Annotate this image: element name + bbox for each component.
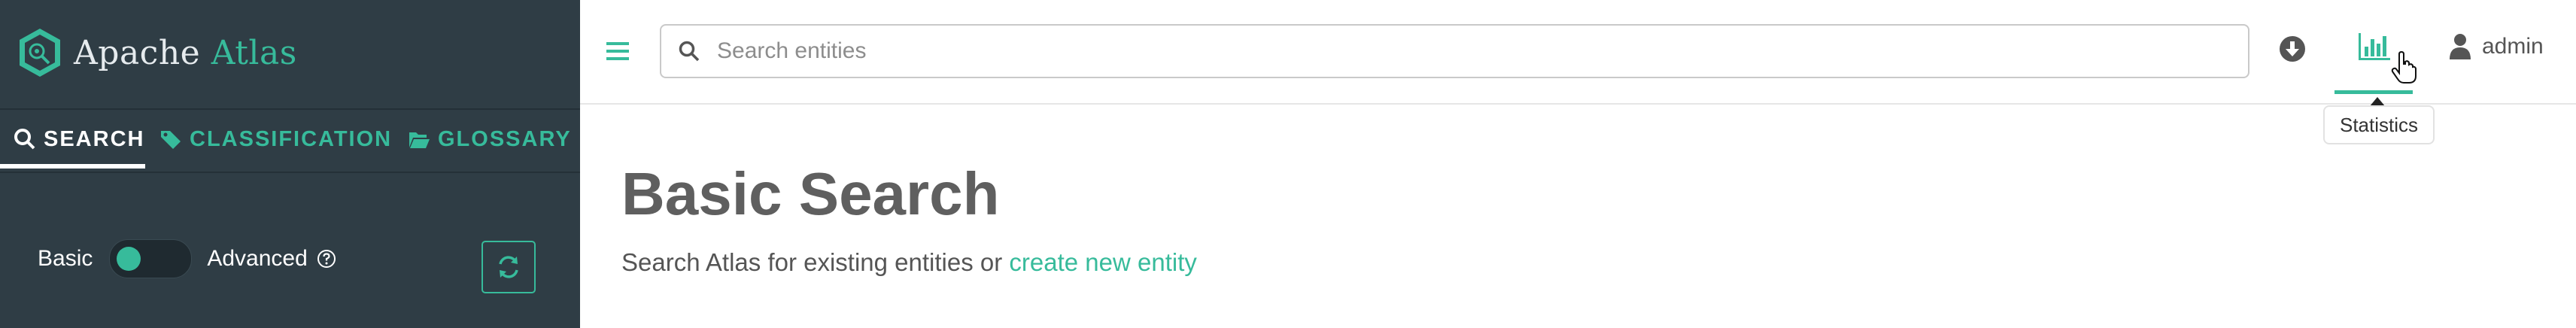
top-bar: admin <box>580 0 2576 105</box>
search-input[interactable] <box>715 38 2248 65</box>
tab-search-label: SEARCH <box>44 126 145 151</box>
user-name: admin <box>2482 34 2544 59</box>
question-circle-icon[interactable] <box>317 249 336 269</box>
statistics-tooltip: Statistics <box>2323 105 2435 144</box>
hamburger-icon[interactable] <box>606 41 629 62</box>
description-text: Search Atlas for existing entities or <box>621 248 1003 276</box>
active-tab-indicator <box>0 164 145 169</box>
search-mode-switch: Basic Advanced <box>38 239 336 278</box>
advanced-label: Advanced <box>207 246 308 271</box>
download-icon[interactable] <box>2278 35 2307 63</box>
sidebar: Apache Atlas SEARCH CLASSIFICATION GLOSS… <box>0 0 580 328</box>
tab-glossary-label: GLOSSARY <box>438 126 572 151</box>
global-search-box[interactable] <box>660 24 2249 78</box>
tab-classification-label: CLASSIFICATION <box>190 126 393 151</box>
tab-search[interactable]: SEARCH <box>14 108 144 170</box>
mode-toggle[interactable] <box>109 239 193 278</box>
tab-classification[interactable]: CLASSIFICATION <box>159 108 392 170</box>
search-icon <box>679 41 700 62</box>
page-description: Search Atlas for existing entities or cr… <box>621 248 1197 277</box>
app-name: Apache Atlas <box>74 33 297 72</box>
tab-glossary[interactable]: GLOSSARY <box>408 108 572 170</box>
refresh-button[interactable] <box>481 241 536 293</box>
app-logo[interactable]: Apache Atlas <box>17 27 297 78</box>
atlas-logo-icon <box>20 29 60 77</box>
toggle-knob <box>117 247 141 271</box>
hand-pointer-icon <box>2391 51 2417 84</box>
folder-open-icon <box>409 132 430 148</box>
tags-icon <box>161 131 181 149</box>
statistics-active-underline <box>2334 90 2413 94</box>
page-title: Basic Search <box>621 160 1000 227</box>
bar-chart-icon <box>2359 33 2390 60</box>
user-icon <box>2450 34 2471 59</box>
refresh-icon <box>499 256 518 278</box>
user-menu[interactable]: admin <box>2449 33 2544 60</box>
basic-label: Basic <box>38 246 93 271</box>
search-icon <box>14 129 35 150</box>
create-entity-link[interactable]: create new entity <box>1009 248 1196 276</box>
